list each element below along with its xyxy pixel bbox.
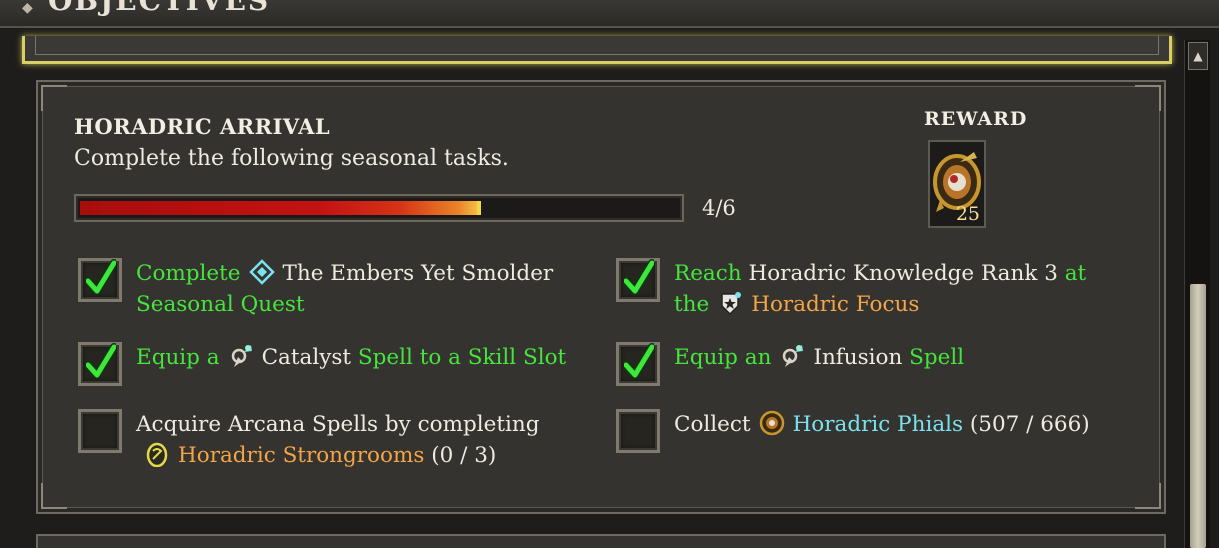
- checkmark-icon: [622, 259, 656, 297]
- task-text: Acquire Arcana Spells by completing Horad…: [136, 407, 576, 471]
- task-text: Reach Horadric Knowledge Rank 3 at the Ho…: [674, 256, 1114, 320]
- task-text-segment: Infusion: [813, 345, 903, 370]
- task-text-segment: Horadric Phials: [792, 412, 964, 437]
- task-item: Acquire Arcana Spells by completing Horad…: [78, 407, 576, 471]
- task-text-segment: Seasonal Quest: [136, 292, 305, 317]
- task-checkbox-unchecked: [616, 409, 660, 453]
- task-text-segment: Reach: [674, 261, 742, 286]
- task-checkbox-checked: [616, 258, 660, 302]
- task-item: Complete The Embers Yet Smolder Seasonal …: [78, 256, 576, 320]
- task-text-segment: Catalyst: [261, 345, 352, 370]
- task-text: Equip an Infusion Spell: [674, 340, 1114, 373]
- progress-cap: [477, 201, 481, 215]
- task-item: Equip a Catalyst Spell to a Skill Slot: [78, 340, 576, 386]
- task-checkbox-unchecked: [78, 409, 122, 453]
- reward-count: 25: [955, 203, 980, 225]
- progress-bar: [74, 194, 684, 222]
- objective-title: HORADRIC ARRIVAL: [74, 114, 331, 139]
- task-text-segment: Collect: [674, 412, 751, 437]
- task-checkbox-checked: [78, 342, 122, 386]
- task-text-segment: Horadric Knowledge Rank 3: [748, 261, 1058, 286]
- task-text-segment: Complete: [136, 261, 241, 286]
- checkmark-icon: [84, 343, 118, 381]
- strongroom-icon: [144, 441, 170, 468]
- scroll-thumb[interactable]: [1190, 284, 1206, 548]
- task-text-segment: (0 / 3): [431, 443, 497, 468]
- next-objective-panel[interactable]: [36, 534, 1166, 548]
- task-text: Collect Horadric Phials (507 / 666): [674, 407, 1114, 440]
- seasonal-quest-icon: [248, 259, 275, 285]
- objectives-header: ◆ OBJECTIVES: [0, 0, 1219, 28]
- objective-card: HORADRIC ARRIVAL Complete the following …: [36, 80, 1166, 514]
- catalyst-spell-icon: [228, 343, 254, 369]
- task-text-segment: (507 / 666): [969, 412, 1090, 437]
- task-item: Equip an Infusion Spell: [616, 340, 1114, 386]
- checkmark-icon: [84, 259, 118, 297]
- infusion-spell-icon: [779, 343, 805, 369]
- diamond-icon: ◆: [22, 0, 33, 16]
- task-checkbox-checked: [78, 258, 122, 302]
- reward-label: REWARD: [924, 108, 1028, 130]
- progress-label: 4/6: [702, 196, 736, 220]
- scrollbar[interactable]: ▲: [1184, 40, 1210, 548]
- horadric-focus-icon: [717, 290, 743, 316]
- task-text-segment: Horadric Focus: [751, 292, 920, 317]
- task-text-segment: Spell: [909, 345, 965, 370]
- checkmark-icon: [622, 343, 656, 381]
- horadric-phial-icon: [759, 410, 785, 436]
- task-text: Equip a Catalyst Spell to a Skill Slot: [136, 340, 576, 373]
- reward-item[interactable]: 25: [928, 140, 986, 228]
- task-text-segment: Acquire Arcana Spells by completing: [136, 412, 540, 437]
- scroll-up-button[interactable]: ▲: [1188, 42, 1208, 70]
- task-text-segment: Horadric Strongrooms: [178, 443, 425, 468]
- task-text-segment: Spell to a Skill Slot: [357, 345, 567, 370]
- task-checkbox-checked: [616, 342, 660, 386]
- objective-description: Complete the following seasonal tasks.: [74, 146, 509, 171]
- triangle-up-icon: ▲: [1193, 49, 1203, 63]
- task-text-segment: Equip an: [674, 345, 772, 370]
- task-text-segment: Equip a: [136, 345, 220, 370]
- task-item: Collect Horadric Phials (507 / 666): [616, 407, 1114, 453]
- task-text: Complete The Embers Yet Smolder Seasonal …: [136, 256, 576, 320]
- previous-objective-panel[interactable]: [22, 36, 1172, 64]
- task-item: Reach Horadric Knowledge Rank 3 at the Ho…: [616, 256, 1114, 320]
- task-text-segment: The Embers Yet Smolder: [282, 261, 554, 286]
- progress-fill: [80, 201, 479, 215]
- header-title: OBJECTIVES: [48, 0, 271, 17]
